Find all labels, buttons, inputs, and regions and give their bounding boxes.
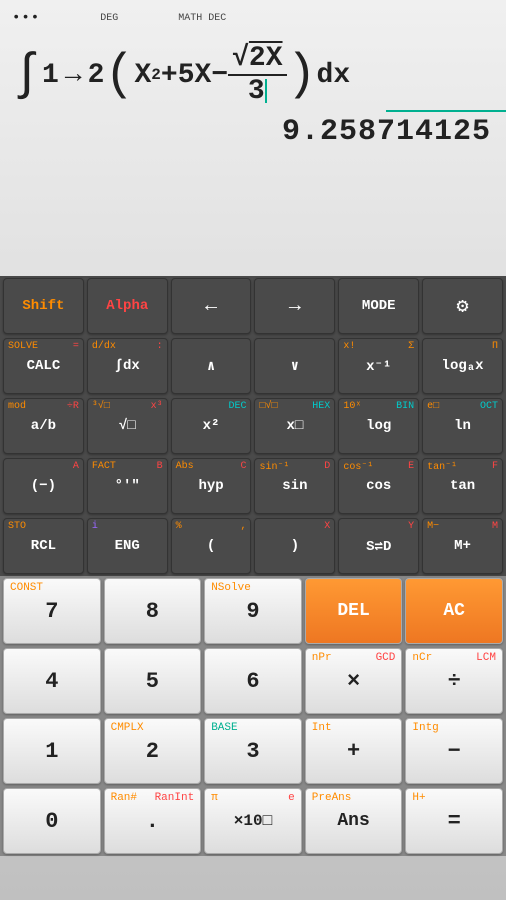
status-bar: ••• DEG MATH DEC bbox=[12, 8, 494, 28]
arrow-left-icon: ← bbox=[205, 295, 217, 318]
minus-button[interactable]: Intg− bbox=[405, 718, 503, 784]
eng-button[interactable]: iENG bbox=[87, 518, 168, 574]
exp-button[interactable]: πe×10□ bbox=[204, 788, 302, 854]
alpha-button[interactable]: Alpha bbox=[87, 278, 168, 334]
integral-button[interactable]: d/dx:∫dx bbox=[87, 338, 168, 394]
integral-symbol: ∫ bbox=[12, 47, 42, 104]
dms-button[interactable]: FACTB°'" bbox=[87, 458, 168, 514]
right-arrow-button[interactable]: → bbox=[254, 278, 335, 334]
fraction: √2X 3 bbox=[228, 43, 286, 107]
math-mode: MATH DEC bbox=[178, 13, 226, 24]
reciprocal-button[interactable]: x!Σx⁻¹ bbox=[338, 338, 419, 394]
sd-button[interactable]: YS⇌D bbox=[338, 518, 419, 574]
logax-button[interactable]: Πlogₐx bbox=[422, 338, 503, 394]
hyp-button[interactable]: AbsChyp bbox=[171, 458, 252, 514]
num-9-button[interactable]: NSolve9 bbox=[204, 578, 302, 644]
tan-button[interactable]: tan⁻¹Ftan bbox=[422, 458, 503, 514]
negate-button[interactable]: A(−) bbox=[3, 458, 84, 514]
num-3-button[interactable]: BASE3 bbox=[204, 718, 302, 784]
log-button[interactable]: 10ˣBINlog bbox=[338, 398, 419, 454]
x2-button[interactable]: DECx² bbox=[171, 398, 252, 454]
num-2-button[interactable]: CMPLX2 bbox=[104, 718, 202, 784]
result-display: 9.258714125 bbox=[282, 115, 491, 149]
display-area: ••• DEG MATH DEC ∫ 1 → 2 ( X 2 +5X− √2X … bbox=[0, 0, 506, 276]
cursor bbox=[265, 79, 267, 103]
del-button[interactable]: DEL bbox=[305, 578, 403, 644]
fraction-button[interactable]: mod÷Ra/b bbox=[3, 398, 84, 454]
num-4-button[interactable]: 4 bbox=[3, 648, 101, 714]
calc-button[interactable]: SOLVE=CALC bbox=[3, 338, 84, 394]
cos-button[interactable]: cos⁻¹Ecos bbox=[338, 458, 419, 514]
sqrt-button[interactable]: ³√□x³√□ bbox=[87, 398, 168, 454]
num-8-button[interactable]: 8 bbox=[104, 578, 202, 644]
equals-button[interactable]: H+= bbox=[405, 788, 503, 854]
dot-button[interactable]: Ran#RanInt. bbox=[104, 788, 202, 854]
shift-button[interactable]: Shift bbox=[3, 278, 84, 334]
lparen-button[interactable]: %,( bbox=[171, 518, 252, 574]
rparen-button[interactable]: X) bbox=[254, 518, 335, 574]
gear-icon: ⚙ bbox=[457, 293, 469, 319]
sin-button[interactable]: sin⁻¹Dsin bbox=[254, 458, 335, 514]
plus-button[interactable]: Int+ bbox=[305, 718, 403, 784]
arrow-right-icon: → bbox=[289, 295, 301, 318]
settings-button[interactable]: ⚙ bbox=[422, 278, 503, 334]
power-button[interactable]: □√□HEXx□ bbox=[254, 398, 335, 454]
down-button[interactable]: ∨ bbox=[254, 338, 335, 394]
menu-dots[interactable]: ••• bbox=[12, 10, 40, 26]
keypad: Shift Alpha ← → MODE ⚙ SOLVE=CALC d/dx:∫… bbox=[0, 276, 506, 900]
num-7-button[interactable]: CONST7 bbox=[3, 578, 101, 644]
num-6-button[interactable]: 6 bbox=[204, 648, 302, 714]
num-5-button[interactable]: 5 bbox=[104, 648, 202, 714]
left-arrow-button[interactable]: ← bbox=[171, 278, 252, 334]
angle-mode: DEG bbox=[100, 13, 118, 24]
ac-button[interactable]: AC bbox=[405, 578, 503, 644]
num-0-button[interactable]: 0 bbox=[3, 788, 101, 854]
expression-display[interactable]: ∫ 1 → 2 ( X 2 +5X− √2X 3 ) dx bbox=[12, 43, 494, 107]
mplus-button[interactable]: M−MM+ bbox=[422, 518, 503, 574]
ln-button[interactable]: e□OCTln bbox=[422, 398, 503, 454]
result-underline bbox=[386, 110, 506, 112]
up-button[interactable]: ∧ bbox=[171, 338, 252, 394]
divide-button[interactable]: nCrLCM÷ bbox=[405, 648, 503, 714]
multiply-button[interactable]: nPrGCD× bbox=[305, 648, 403, 714]
mode-button[interactable]: MODE bbox=[338, 278, 419, 334]
ans-button[interactable]: PreAnsAns bbox=[305, 788, 403, 854]
num-1-button[interactable]: 1 bbox=[3, 718, 101, 784]
rcl-button[interactable]: STORCL bbox=[3, 518, 84, 574]
